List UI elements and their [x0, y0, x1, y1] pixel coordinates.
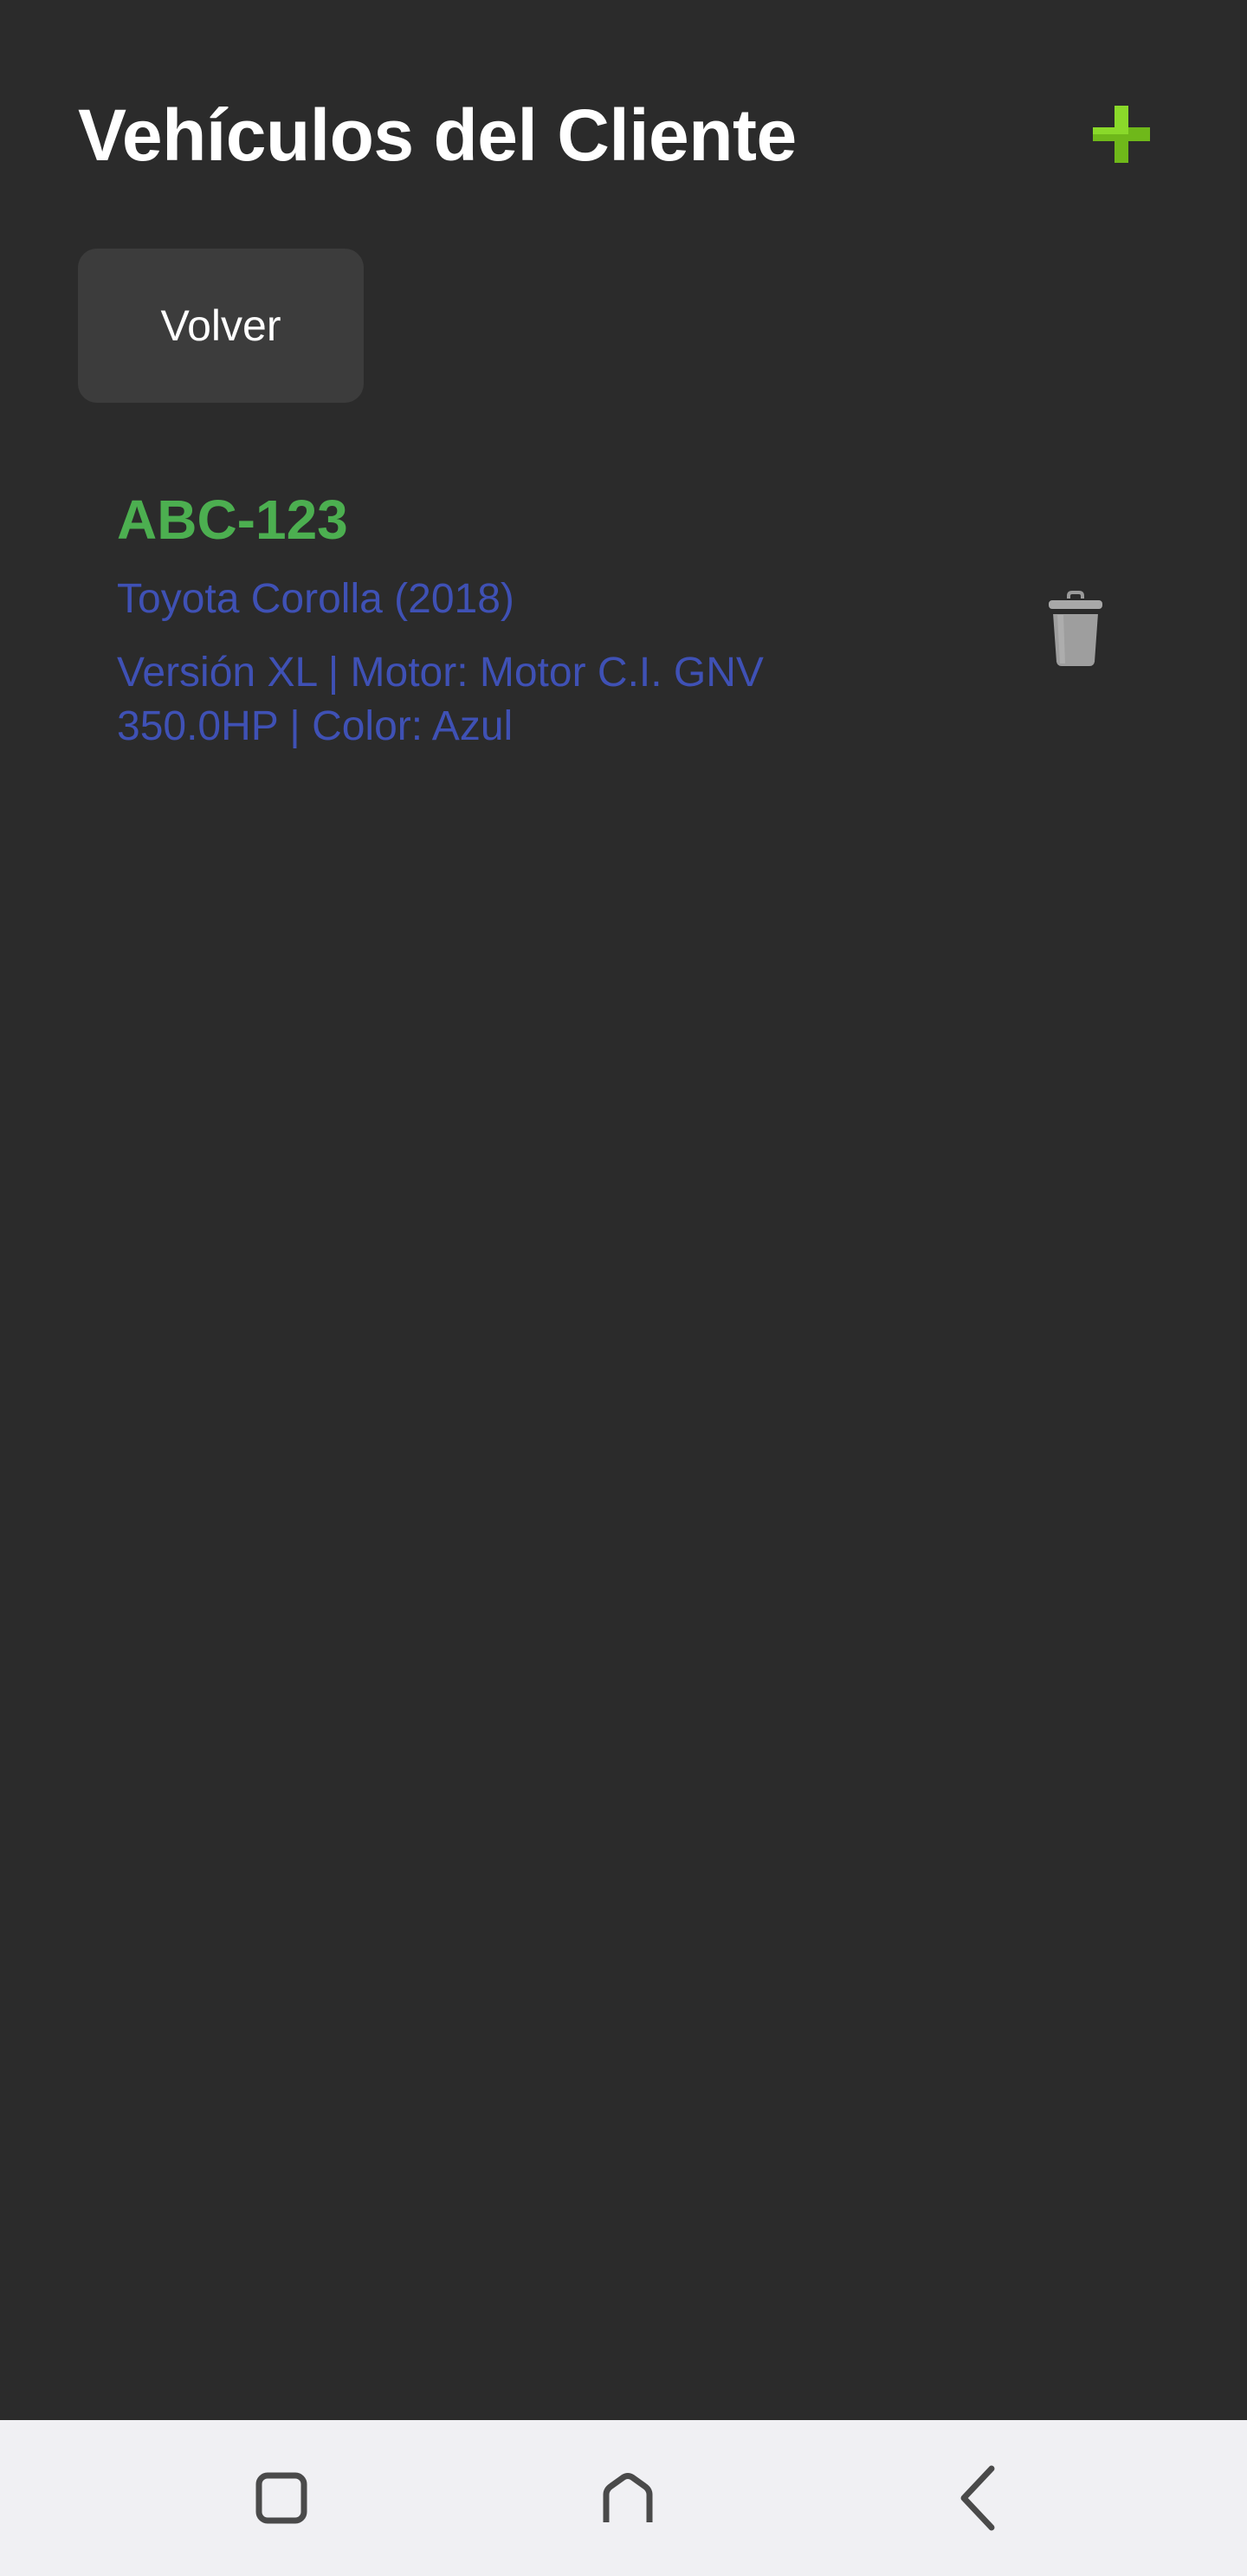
trash-icon	[1047, 591, 1104, 668]
page-title: Vehículos del Cliente	[78, 94, 797, 176]
vehicle-list: ABC-123 Toyota Corolla (2018) Versión XL…	[78, 485, 1169, 780]
vehicle-plate: ABC-123	[117, 489, 348, 551]
back-nav-button[interactable]	[940, 2463, 1018, 2533]
recents-icon	[255, 2472, 307, 2524]
back-button[interactable]: Volver	[78, 249, 364, 403]
system-navbar	[0, 2420, 1247, 2576]
plus-icon	[1093, 106, 1150, 163]
home-icon	[603, 2473, 653, 2522]
recents-button[interactable]	[242, 2463, 320, 2533]
home-button[interactable]	[589, 2463, 667, 2533]
header: Vehículos del Cliente	[78, 87, 1169, 182]
vehicle-model: Toyota Corolla (2018)	[117, 576, 514, 622]
vehicle-details: Versión XL | Motor: Motor C.I. GNV 350.0…	[117, 650, 764, 749]
add-vehicle-button[interactable]	[1074, 87, 1169, 182]
list-item[interactable]: ABC-123 Toyota Corolla (2018) Versión XL…	[78, 485, 1169, 780]
app-screen: Vehículos del Cliente Volver ABC-123 Toy…	[0, 0, 1247, 2420]
back-icon	[960, 2465, 995, 2531]
delete-vehicle-button[interactable]	[1043, 587, 1108, 670]
